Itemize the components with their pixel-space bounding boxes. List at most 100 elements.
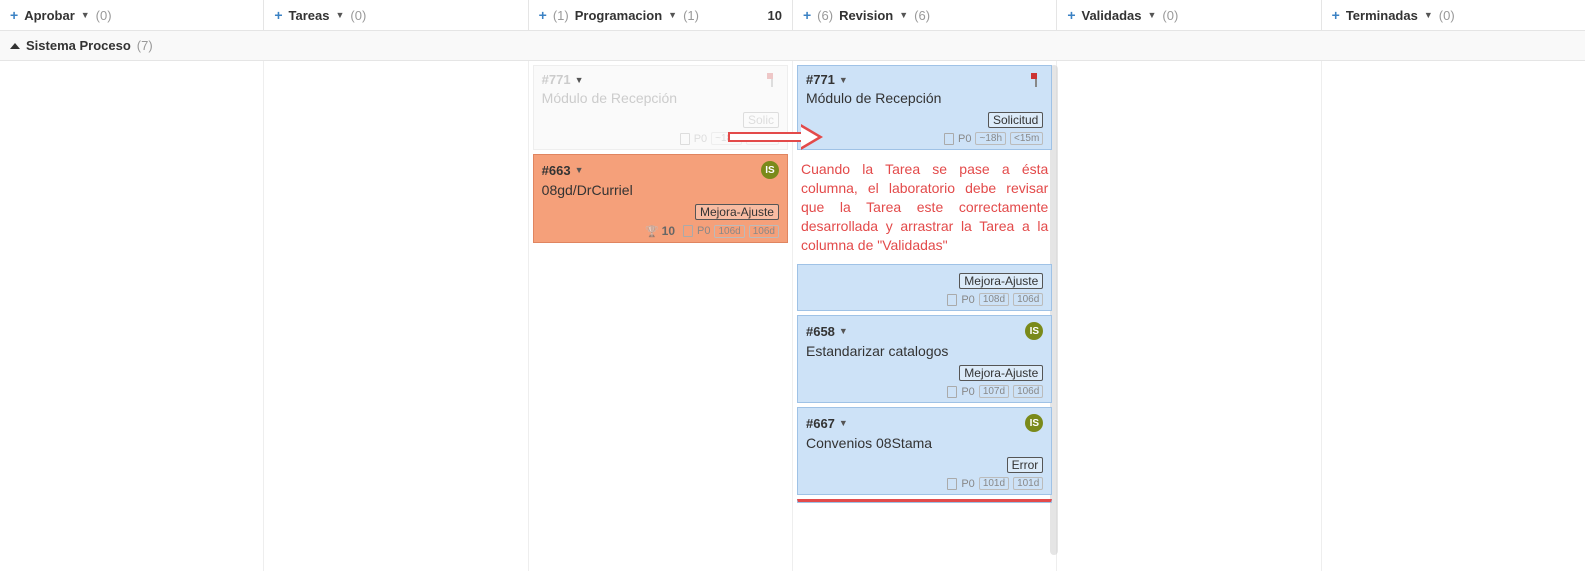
task-time2: 101d <box>1013 477 1043 490</box>
col-title: Terminadas <box>1346 8 1418 23</box>
task-tag: Mejora-Ajuste <box>959 365 1043 381</box>
task-time1: 101d <box>979 477 1009 490</box>
task-priority: P0 <box>697 225 710 237</box>
swimlane-title: Sistema Proceso <box>26 38 131 53</box>
plus-icon[interactable]: + <box>10 7 18 23</box>
col-title: Tareas <box>289 8 330 23</box>
doc-icon <box>944 133 954 145</box>
chevron-up-icon[interactable] <box>10 43 20 49</box>
col-title: Revision <box>839 8 893 23</box>
task-priority: P0 <box>694 133 707 145</box>
col-head-programacion[interactable]: + (1) Programacion ▼ (1) 10 <box>529 0 793 30</box>
caret-down-icon[interactable]: ▼ <box>575 165 584 175</box>
caret-down-icon[interactable]: ▼ <box>668 10 677 20</box>
caret-down-icon[interactable]: ▼ <box>839 75 848 85</box>
col-score: 10 <box>768 8 782 23</box>
task-priority: P0 <box>961 294 974 306</box>
task-time2: 106d <box>1013 385 1043 398</box>
col-precount: (6) <box>817 8 833 23</box>
doc-icon <box>683 225 693 237</box>
task-time1: ~18h <box>975 132 1006 145</box>
columns-header: + Aprobar ▼ (0) + Tareas ▼ (0) + (1) Pro… <box>0 0 1585 31</box>
flag-icon <box>765 73 779 87</box>
col-title: Aprobar <box>24 8 75 23</box>
task-tag: Solicitud <box>988 112 1043 128</box>
caret-down-icon[interactable]: ▼ <box>839 326 848 336</box>
avatar[interactable]: IS <box>761 161 779 179</box>
caret-down-icon[interactable]: ▼ <box>1424 10 1433 20</box>
task-time2: 106d <box>749 225 779 238</box>
task-id: #667 <box>806 416 835 431</box>
task-time2: 106d <box>1013 293 1043 306</box>
col-head-revision[interactable]: + (6) Revision ▼ (6) <box>793 0 1057 30</box>
caret-down-icon[interactable]: ▼ <box>81 10 90 20</box>
task-id: #771 <box>806 72 835 87</box>
swimlane-header[interactable]: Sistema Proceso (7) <box>0 31 1585 61</box>
task-time1: 108d <box>979 293 1009 306</box>
col-aprobar[interactable] <box>0 61 264 571</box>
task-card-771[interactable]: #771 ▼ Módulo de Recepción Solicitud P0 … <box>797 65 1052 150</box>
trophy-icon <box>645 224 659 238</box>
swimlane-count: (7) <box>137 38 153 53</box>
col-head-aprobar[interactable]: + Aprobar ▼ (0) <box>0 0 264 30</box>
col-count: (0) <box>96 8 112 23</box>
task-time2: <15m <box>1010 132 1043 145</box>
avatar[interactable]: IS <box>1025 414 1043 432</box>
task-tag: Mejora-Ajuste <box>695 204 779 220</box>
task-card-fragment[interactable]: Mejora-Ajuste P0 108d 106d <box>797 264 1052 311</box>
task-id: #771 <box>542 72 571 87</box>
col-count: (0) <box>1162 8 1178 23</box>
doc-icon <box>947 294 957 306</box>
plus-icon[interactable]: + <box>803 7 811 23</box>
task-score: 10 <box>662 224 675 238</box>
avatar[interactable]: IS <box>1025 322 1043 340</box>
plus-icon[interactable]: + <box>1067 7 1075 23</box>
caret-down-icon[interactable]: ▼ <box>335 10 344 20</box>
task-title: Módulo de Recepción <box>806 90 1043 106</box>
task-tag: Mejora-Ajuste <box>959 273 1043 289</box>
col-head-validadas[interactable]: + Validadas ▼ (0) <box>1057 0 1321 30</box>
task-title: 08gd/DrCurriel <box>542 182 779 198</box>
caret-down-icon[interactable]: ▼ <box>839 418 848 428</box>
col-count: (6) <box>914 8 930 23</box>
task-title: Módulo de Recepción <box>542 90 779 106</box>
caret-down-icon[interactable]: ▼ <box>1147 10 1156 20</box>
task-title: Estandarizar catalogos <box>806 343 1043 359</box>
task-priority: P0 <box>961 386 974 398</box>
flag-icon <box>1029 73 1043 87</box>
plus-icon[interactable]: + <box>539 7 547 23</box>
arrow-icon <box>728 122 828 152</box>
task-id: #658 <box>806 324 835 339</box>
col-head-tareas[interactable]: + Tareas ▼ (0) <box>264 0 528 30</box>
task-id: #663 <box>542 163 571 178</box>
col-count: (0) <box>350 8 366 23</box>
task-time1: 106d <box>714 225 744 238</box>
col-precount: (1) <box>553 8 569 23</box>
plus-icon[interactable]: + <box>274 7 282 23</box>
task-tag: Error <box>1007 457 1044 473</box>
caret-down-icon[interactable]: ▼ <box>575 75 584 85</box>
col-terminadas[interactable] <box>1322 61 1585 571</box>
doc-icon <box>947 386 957 398</box>
doc-icon <box>947 478 957 490</box>
col-head-terminadas[interactable]: + Terminadas ▼ (0) <box>1322 0 1585 30</box>
plus-icon[interactable]: + <box>1332 7 1340 23</box>
col-validadas[interactable] <box>1057 61 1321 571</box>
caret-down-icon[interactable]: ▼ <box>899 10 908 20</box>
col-title: Validadas <box>1082 8 1142 23</box>
col-count: (0) <box>1439 8 1455 23</box>
columns-body: #771 ▼ Módulo de Recepción Solic P0 ~18h… <box>0 61 1585 571</box>
col-title: Programacion <box>575 8 662 23</box>
task-priority: P0 <box>961 478 974 490</box>
instruction-note: Cuando la Tarea se pase a ésta columna, … <box>797 154 1052 264</box>
task-card-658[interactable]: #658 ▼ IS Estandarizar catalogos Mejora-… <box>797 315 1052 403</box>
task-card-667[interactable]: #667 ▼ IS Convenios 08Stama Error P0 101… <box>797 407 1052 495</box>
col-revision[interactable]: #771 ▼ Módulo de Recepción Solicitud P0 … <box>793 61 1057 571</box>
task-title: Convenios 08Stama <box>806 435 1043 451</box>
doc-icon <box>680 133 690 145</box>
task-priority: P0 <box>958 133 971 145</box>
task-card-663[interactable]: #663 ▼ IS 08gd/DrCurriel Mejora-Ajuste 1… <box>533 154 788 243</box>
col-tareas[interactable] <box>264 61 528 571</box>
task-card-next[interactable] <box>797 499 1052 503</box>
task-time1: 107d <box>979 385 1009 398</box>
